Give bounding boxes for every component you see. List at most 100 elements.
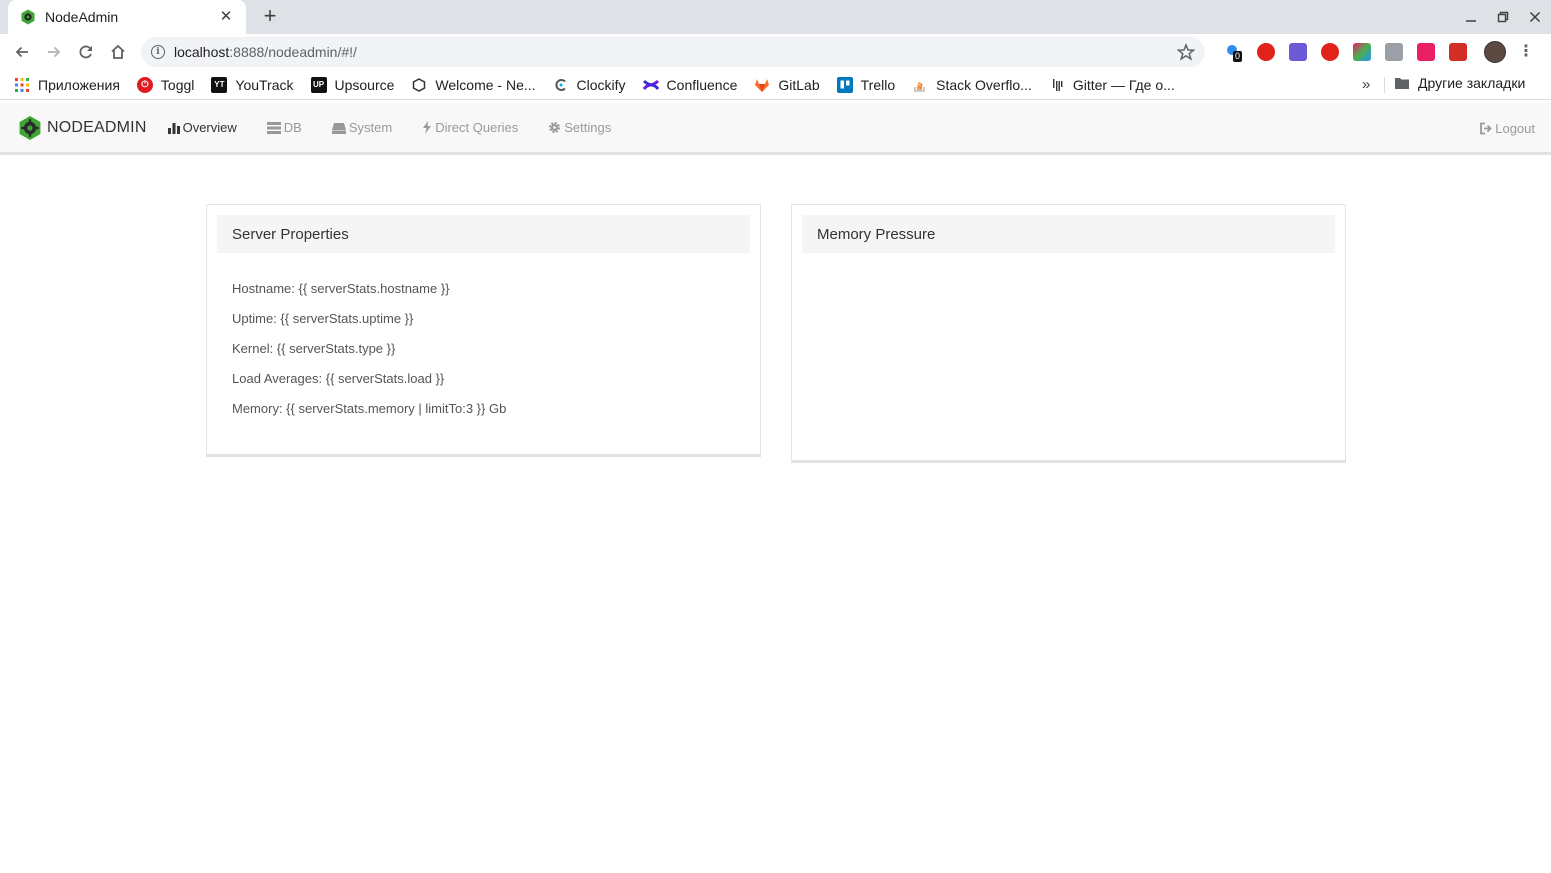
home-icon[interactable]: [102, 36, 134, 68]
power-icon[interactable]: [1321, 43, 1339, 61]
clockify-icon: [553, 77, 569, 93]
translate-icon[interactable]: [1289, 43, 1307, 61]
nav-direct-queries[interactable]: Direct Queries: [422, 120, 518, 135]
other-bookmarks[interactable]: Другие закладки: [1394, 75, 1525, 91]
bookmark-apps[interactable]: Приложения: [14, 77, 120, 93]
close-tab-icon[interactable]: ✕: [218, 9, 234, 25]
bookmarks-bar: Приложения ⏻ Toggl YT YouTrack UP Upsour…: [0, 70, 1551, 100]
uptime-row: Uptime: {{ serverStats.uptime }}: [232, 311, 414, 326]
bookmark-label: Приложения: [38, 76, 120, 93]
nav-db[interactable]: DB: [266, 120, 302, 135]
extensions-area: 0 ⋮: [1218, 34, 1536, 70]
bookmark-label: Trello: [860, 76, 896, 93]
extension-badge-icon[interactable]: 0: [1225, 43, 1243, 62]
bookmark-label: Confluence: [666, 76, 738, 93]
bookmark-label: YouTrack: [235, 76, 294, 93]
brand-link[interactable]: NODEADMIN: [17, 115, 147, 141]
bookmark-gitter[interactable]: Gitter — Где о...: [1049, 77, 1175, 93]
bookmark-label: Toggl: [160, 76, 195, 93]
nav-overview[interactable]: Overview: [167, 120, 237, 135]
bar-chart-icon: [167, 122, 180, 134]
gitter-icon: [1049, 77, 1065, 93]
nav-settings-label: Settings: [564, 120, 612, 135]
bookmark-label: GitLab: [778, 76, 820, 93]
nav-system[interactable]: System: [331, 120, 393, 135]
logout-icon: [1480, 122, 1493, 135]
bookmark-label: Gitter — Где о...: [1072, 76, 1175, 93]
lastpass-icon[interactable]: [1449, 43, 1467, 61]
profile-avatar[interactable]: [1484, 41, 1506, 63]
tab-title: NodeAdmin: [45, 9, 119, 25]
nav-db-label: DB: [283, 120, 302, 135]
bookmark-gitlab[interactable]: GitLab: [754, 76, 820, 93]
app-navbar: NODEADMIN Overview DB System Direct Quer…: [0, 103, 1551, 155]
brand-name: NODEADMIN: [47, 118, 147, 136]
flash-icon: [423, 121, 432, 134]
nav-system-label: System: [348, 120, 393, 135]
bookmark-star-icon[interactable]: [1177, 43, 1195, 61]
bookmarks-divider: [1384, 77, 1385, 93]
other-bookmarks-label: Другие закладки: [1418, 75, 1526, 91]
window-controls: [1455, 0, 1551, 34]
bookmark-stackoverflow[interactable]: Stack Overflo...: [912, 77, 1032, 93]
more-bookmarks-chevron-icon[interactable]: »: [1362, 76, 1370, 93]
url-host: localhost: [174, 44, 230, 60]
bookmark-toggl[interactable]: ⏻ Toggl: [136, 76, 195, 93]
server-properties-title: Server Properties: [232, 225, 349, 243]
restore-icon[interactable]: [1487, 0, 1519, 34]
server-properties-panel: Server Properties Hostname: {{ serverSta…: [206, 204, 761, 457]
bookmark-label: Upsource: [334, 76, 395, 93]
hdd-icon: [331, 122, 346, 134]
adblock-icon[interactable]: [1257, 43, 1275, 61]
database-icon: [266, 121, 281, 134]
logout-label: Logout: [1495, 121, 1535, 136]
colorful-star-icon[interactable]: [1353, 43, 1371, 61]
load-averages-row: Load Averages: {{ serverStats.load }}: [232, 371, 445, 386]
forward-arrow-icon[interactable]: [38, 36, 70, 68]
camera-icon[interactable]: [1385, 43, 1403, 61]
browser-toolbar: i localhost :8888/nodeadmin/#!/ 0 ⋮: [0, 34, 1551, 70]
url-path: :8888/nodeadmin/#!/: [229, 44, 357, 60]
hostname-row: Hostname: {{ serverStats.hostname }}: [232, 281, 450, 296]
bookmark-app-icon[interactable]: [1417, 43, 1435, 61]
extension-badge-count: 0: [1233, 51, 1243, 62]
new-tab-button[interactable]: +: [259, 5, 281, 28]
upsource-icon: UP: [310, 76, 327, 93]
folder-icon: [1394, 75, 1410, 91]
back-arrow-icon[interactable]: [6, 36, 38, 68]
address-bar[interactable]: i localhost :8888/nodeadmin/#!/: [141, 37, 1205, 67]
minimize-icon[interactable]: [1455, 0, 1487, 34]
memory-row: Memory: {{ serverStats.memory | limitTo:…: [232, 401, 507, 416]
site-info-icon[interactable]: i: [151, 45, 165, 59]
kernel-row: Kernel: {{ serverStats.type }}: [232, 341, 396, 356]
browser-tab[interactable]: NodeAdmin ✕: [8, 0, 246, 34]
nav-settings[interactable]: Settings: [548, 120, 611, 135]
memory-pressure-title: Memory Pressure: [817, 225, 936, 243]
gear-icon: [549, 122, 561, 133]
browser-tabstrip: NodeAdmin ✕ +: [0, 0, 1551, 34]
bookmark-upsource[interactable]: UP Upsource: [310, 76, 395, 93]
close-window-icon[interactable]: [1519, 0, 1551, 34]
bookmark-welcome[interactable]: Welcome - Ne...: [411, 76, 536, 93]
bookmark-youtrack[interactable]: YT YouTrack: [211, 76, 294, 93]
reload-icon[interactable]: [70, 36, 102, 68]
nav-overview-label: Overview: [182, 120, 237, 135]
memory-pressure-panel: Memory Pressure: [791, 204, 1346, 463]
bookmark-confluence[interactable]: Confluence: [642, 76, 738, 93]
nodeadmin-logo-icon: [19, 115, 41, 140]
nav-direct-queries-label: Direct Queries: [435, 120, 519, 135]
memory-pressure-header: Memory Pressure: [802, 215, 1335, 253]
bookmark-label: Welcome - Ne...: [435, 76, 536, 93]
toggl-icon: ⏻: [136, 76, 153, 93]
browser-menu-icon[interactable]: ⋮: [1516, 42, 1536, 62]
bookmark-trello[interactable]: Trello: [836, 76, 896, 93]
stackoverflow-icon: [912, 77, 928, 93]
nodeadmin-favicon-icon: [20, 9, 36, 25]
bookmark-clockify[interactable]: Clockify: [553, 77, 626, 93]
bookmark-label: Stack Overflo...: [936, 76, 1032, 93]
logout-button[interactable]: Logout: [1479, 121, 1535, 136]
trello-icon: [836, 76, 853, 93]
gitlab-icon: [754, 77, 770, 93]
youtrack-icon: YT: [211, 76, 228, 93]
apps-grid-icon: [14, 77, 30, 93]
